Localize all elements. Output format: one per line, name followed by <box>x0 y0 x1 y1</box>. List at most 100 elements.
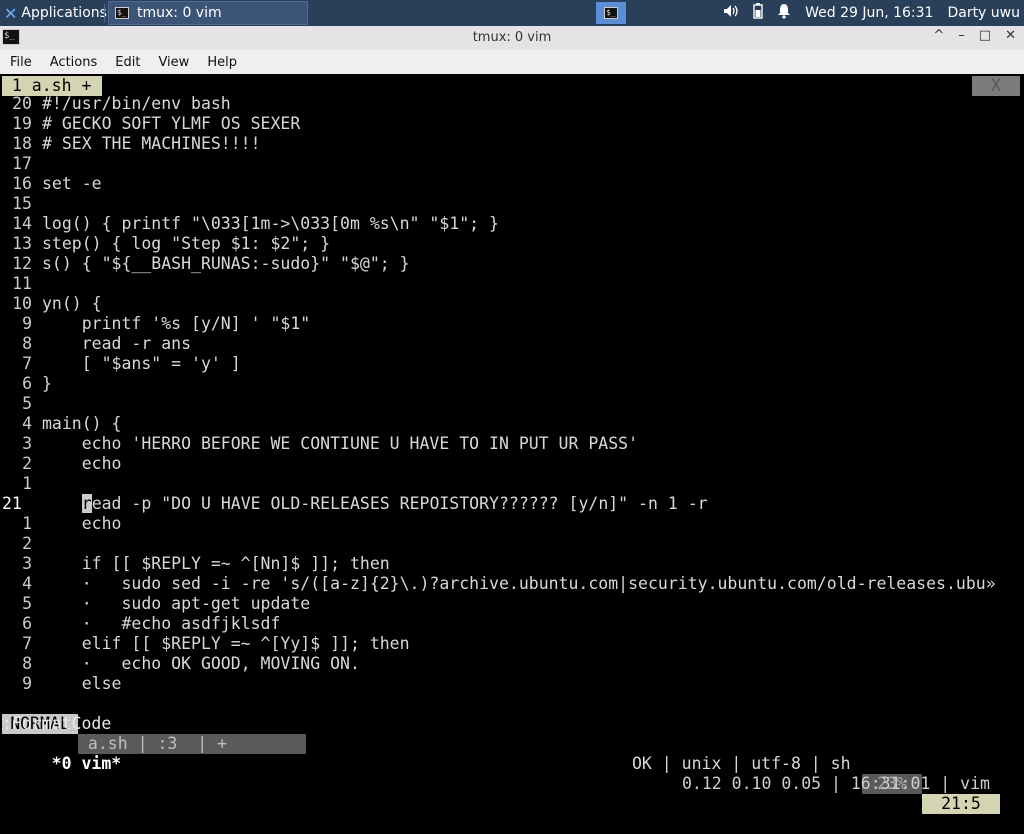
line-number: 10 <box>12 294 32 313</box>
line-number: 1 <box>22 474 32 493</box>
menu-actions[interactable]: Actions <box>50 55 98 70</box>
line-text: else <box>42 674 122 693</box>
line-text: step() { log "Step $1: $2"; } <box>42 234 331 253</box>
battery-icon[interactable] <box>753 3 763 23</box>
workspace-switcher[interactable]: $_ <box>596 2 626 24</box>
line-number: 20 <box>12 94 32 113</box>
code-line[interactable]: 2 echo <box>2 454 121 474</box>
volume-icon[interactable] <box>723 4 739 22</box>
line-number: 18 <box>12 134 32 153</box>
line-text: # GECKO SOFT YLMF OS SEXER <box>42 114 301 133</box>
code-line[interactable]: 3 echo 'HERRO BEFORE WE CONTIUNE U HAVE … <box>2 434 638 454</box>
line-text: read -p "DO U HAVE OLD-RELEASES REPOISTO… <box>81 494 708 513</box>
line-text: [ "$ans" = 'y' ] <box>42 354 241 373</box>
close-icon[interactable]: ✕ <box>1005 28 1016 43</box>
user-name[interactable]: Darty uwu <box>947 5 1020 21</box>
code-line[interactable]: 12 s() { "${__BASH_RUNAS:-sudo}" "$@"; } <box>2 254 410 274</box>
line-number: 6 <box>22 614 32 633</box>
line-number: 9 <box>22 314 32 333</box>
code-line[interactable]: 3 if [[ $REPLY =~ ^[Nn]$ ]]; then <box>2 554 390 574</box>
code-line[interactable]: 7 [ "$ans" = 'y' ] <box>2 354 241 374</box>
line-text: echo <box>42 454 122 473</box>
code-line[interactable]: 15 <box>2 194 42 214</box>
top-panel: ✕ Applications $_ tmux: 0 vim $_ Wed 29 … <box>0 0 1024 26</box>
line-text: · echo OK GOOD, MOVING ON. <box>42 654 360 673</box>
code-line[interactable]: 11 <box>2 274 42 294</box>
chevron-up-icon[interactable]: ^ <box>933 28 944 43</box>
line-text: echo <box>42 514 122 533</box>
tmux-statusbar: *0 vim* 0.12 0.10 0.05 | 16:31:01 | vim <box>2 734 1022 793</box>
line-text: } <box>42 374 52 393</box>
vim-command-line[interactable]: :FormatCode <box>2 714 111 734</box>
code-line[interactable]: 1 <box>2 474 42 494</box>
line-text: if [[ $REPLY =~ ^[Nn]$ ]]; then <box>42 554 390 573</box>
code-line[interactable]: 4 main() { <box>2 414 121 434</box>
menu-edit[interactable]: Edit <box>115 55 140 70</box>
line-text: s() { "${__BASH_RUNAS:-sudo}" "$@"; } <box>42 254 410 273</box>
line-text: read -r ans <box>42 334 192 353</box>
line-number: 7 <box>22 634 32 653</box>
line-text: elif [[ $REPLY =~ ^[Yy]$ ]]; then <box>42 634 410 653</box>
applications-menu[interactable]: ✕ Applications <box>0 0 107 26</box>
code-line[interactable]: 14 log() { printf "\033[1m->\033[0m %s\n"… <box>2 214 499 234</box>
code-line[interactable]: 5 · sudo apt-get update <box>2 594 310 614</box>
menu-file[interactable]: File <box>10 55 32 70</box>
code-line[interactable]: 10 yn() { <box>2 294 101 314</box>
vim-tab[interactable]: 1 a.sh + <box>2 76 102 96</box>
line-number: 8 <box>22 654 32 673</box>
line-text: · sudo sed -i -re 's/([a-z]{2}\.)?archiv… <box>42 574 996 593</box>
line-number: 11 <box>12 274 32 293</box>
taskbar-item-tmux[interactable]: $_ tmux: 0 vim <box>108 1 308 25</box>
line-number: 13 <box>12 234 32 253</box>
minimize-icon[interactable]: – <box>958 28 965 43</box>
vim-tab-close[interactable]: X <box>972 76 1020 96</box>
line-number: 7 <box>22 354 32 373</box>
code-line[interactable]: 5 <box>2 394 42 414</box>
vim-file-format: OK | unix | utf-8 | sh <box>632 754 851 773</box>
code-line[interactable]: 20 #!/usr/bin/env bash <box>2 94 231 114</box>
window-controls: ^ – □ ✕ <box>933 28 1016 43</box>
code-line[interactable]: 4 · sudo sed -i -re 's/([a-z]{2}\.)?arch… <box>2 574 996 594</box>
code-line[interactable]: 1 echo <box>2 514 121 534</box>
line-text: echo 'HERRO BEFORE WE CONTIUNE U HAVE TO… <box>42 434 639 453</box>
code-line[interactable]: 2 <box>2 534 42 554</box>
code-line[interactable]: 13 step() { log "Step $1: $2"; } <box>2 234 330 254</box>
code-line[interactable]: 19 # GECKO SOFT YLMF OS SEXER <box>2 114 300 134</box>
terminal-icon: $_ <box>604 7 618 19</box>
line-number: 9 <box>22 674 32 693</box>
menubar: File Actions Edit View Help <box>0 50 1024 74</box>
line-number: 4 <box>22 414 32 433</box>
code-line[interactable]: 9 else <box>2 674 121 694</box>
menu-view[interactable]: View <box>158 55 189 70</box>
line-number: 12 <box>12 254 32 273</box>
line-text: main() { <box>42 414 122 433</box>
vim-statusline: NORMAL a.sh | :3 | + OK | unix | utf-8 |… <box>2 694 1022 814</box>
code-line[interactable]: 16 set -e <box>2 174 101 194</box>
applications-label: Applications <box>21 5 107 21</box>
panel-separator <box>104 4 105 22</box>
maximize-icon[interactable]: □ <box>979 28 991 43</box>
line-number: 16 <box>12 174 32 193</box>
notification-bell-icon[interactable] <box>777 3 791 23</box>
line-number: 4 <box>22 574 32 593</box>
code-line[interactable]: 6 · #echo asdfjklsdf <box>2 614 280 634</box>
line-number: 19 <box>12 114 32 133</box>
window-titlebar[interactable]: $_ tmux: 0 vim ^ – □ ✕ <box>0 26 1024 51</box>
vim-tabline: 1 a.sh + X <box>2 74 1022 96</box>
terminal-icon: $_ <box>115 7 129 19</box>
line-text: # SEX THE MACHINES!!!! <box>42 134 261 153</box>
code-line[interactable]: 6} <box>2 374 52 394</box>
terminal[interactable]: 1 a.sh + X 20 #!/usr/bin/env bash 19 # GECK… <box>2 74 1022 814</box>
code-line[interactable]: 8 · echo OK GOOD, MOVING ON. <box>2 654 360 674</box>
code-line[interactable]: 9 printf '%s [y/N] ' "$1" <box>2 314 310 334</box>
code-line[interactable]: 21 read -p "DO U HAVE OLD-RELEASES REPOI… <box>2 494 708 514</box>
tmux-window[interactable]: *0 vim* <box>42 754 122 773</box>
code-line[interactable]: 18 # SEX THE MACHINES!!!! <box>2 134 261 154</box>
code-line[interactable]: 8 read -r ans <box>2 334 191 354</box>
code-line[interactable]: 17 <box>2 154 42 174</box>
line-number: 14 <box>12 214 32 233</box>
code-line[interactable]: 7 elif [[ $REPLY =~ ^[Yy]$ ]]; then <box>2 634 410 654</box>
clock[interactable]: Wed 29 Jun, 16:31 <box>805 5 933 21</box>
line-text: log() { printf "\033[1m->\033[0m %s\n" "… <box>42 214 499 233</box>
menu-help[interactable]: Help <box>207 55 237 70</box>
